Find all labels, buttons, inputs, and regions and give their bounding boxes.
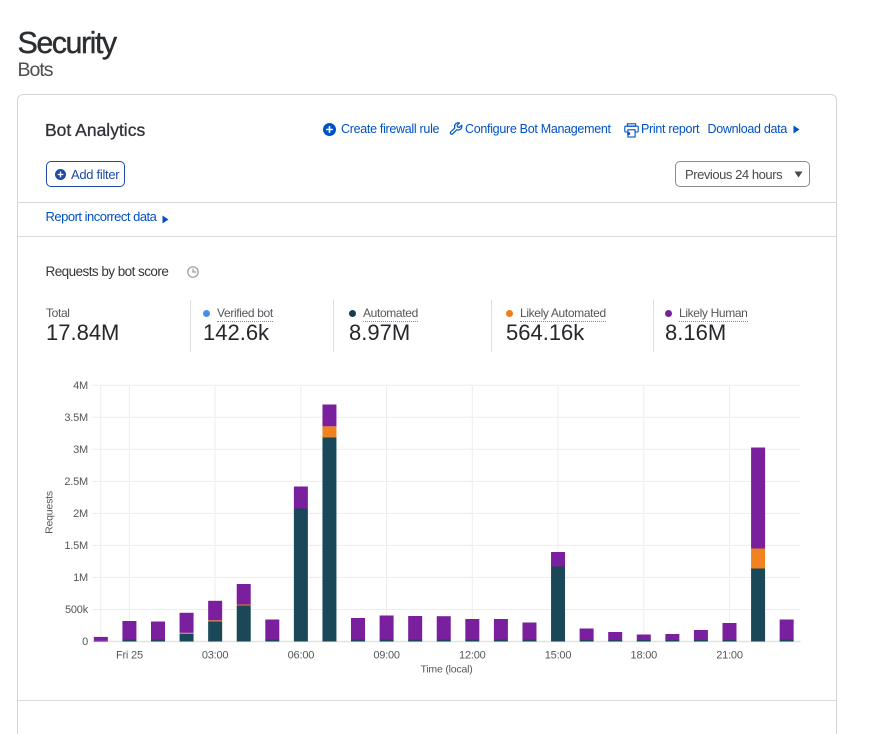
svg-text:2.5M: 2.5M — [64, 476, 88, 488]
svg-text:Time (local): Time (local) — [420, 664, 472, 676]
svg-text:Requests: Requests — [44, 491, 56, 534]
svg-text:3.5M: 3.5M — [64, 412, 88, 424]
svg-text:15:00: 15:00 — [545, 650, 572, 662]
svg-text:1M: 1M — [73, 572, 88, 584]
svg-text:03:00: 03:00 — [202, 650, 229, 662]
svg-text:1.5M: 1.5M — [64, 540, 88, 552]
svg-text:500k: 500k — [65, 604, 89, 616]
svg-text:0: 0 — [82, 636, 88, 648]
svg-text:21:00: 21:00 — [716, 650, 743, 662]
svg-text:4M: 4M — [73, 380, 88, 392]
svg-text:18:00: 18:00 — [631, 650, 658, 662]
svg-text:09:00: 09:00 — [373, 650, 400, 662]
svg-text:12:00: 12:00 — [459, 650, 486, 662]
svg-text:Fri 25: Fri 25 — [116, 650, 143, 662]
svg-text:2M: 2M — [73, 508, 88, 520]
svg-text:06:00: 06:00 — [288, 650, 315, 662]
svg-text:3M: 3M — [73, 444, 88, 456]
